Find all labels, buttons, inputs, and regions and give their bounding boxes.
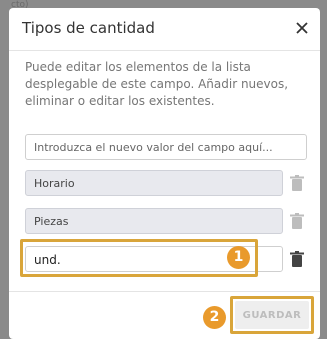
list-item-field: Horario — [25, 170, 283, 196]
dialog-title: Tipos de cantidad — [22, 19, 155, 37]
new-value-input[interactable]: Introduzca el nuevo valor del campo aquí… — [25, 134, 307, 160]
trash-icon[interactable] — [290, 175, 304, 191]
dialog-description: Puede editar los elementos de la lista d… — [25, 60, 289, 108]
save-button[interactable]: GUARDAR — [235, 301, 309, 329]
trash-icon[interactable] — [290, 251, 304, 267]
close-icon — [296, 22, 308, 34]
trash-icon[interactable] — [290, 213, 304, 229]
close-button[interactable] — [292, 18, 312, 38]
list-item-field: Piezas — [25, 208, 283, 234]
dialog-header: Tipos de cantidad — [9, 8, 320, 51]
quantity-types-dialog: Tipos de cantidad Puede editar los eleme… — [9, 8, 320, 339]
highlight-box — [20, 239, 258, 277]
step-badge: 1 — [227, 246, 250, 269]
step-badge: 2 — [203, 306, 226, 329]
